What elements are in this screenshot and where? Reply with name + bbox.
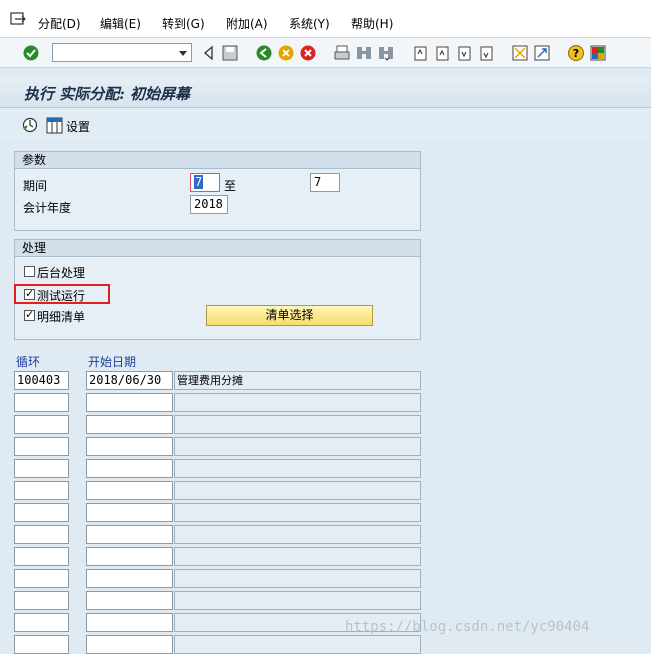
cycle-cell[interactable] [14, 547, 69, 566]
enter-check-icon[interactable] [22, 44, 40, 62]
test-run-highlight [14, 284, 110, 304]
back-icon[interactable] [255, 44, 273, 62]
start-date-cell[interactable] [86, 459, 173, 478]
start-date-cell[interactable] [86, 393, 173, 412]
find-icon[interactable] [355, 44, 373, 62]
cycle-text-cell: 管理费用分摊 [174, 371, 421, 390]
period-from-input[interactable]: 7 [190, 173, 220, 192]
period-to-input[interactable]: 7 [310, 173, 340, 192]
cycle-text-cell [174, 569, 421, 588]
cycle-cell[interactable] [14, 613, 69, 632]
cycle-text-cell [174, 481, 421, 500]
cycle-cell[interactable] [14, 525, 69, 544]
cycle-text-cell [174, 459, 421, 478]
fiscal-year-label: 会计年度 [23, 201, 72, 215]
cycle-text-cell [174, 547, 421, 566]
cycle-cell[interactable] [14, 459, 69, 478]
fiscal-year-input[interactable]: 2018 [190, 195, 228, 214]
settings-label: 设置 [66, 120, 91, 134]
to-label: 至 [224, 179, 237, 193]
menu-help[interactable]: 帮助(H) [351, 15, 393, 32]
start-date-cell[interactable] [86, 525, 173, 544]
standard-toolbar: ? [0, 38, 651, 68]
help-icon[interactable]: ? [567, 44, 585, 62]
start-date-cell[interactable] [86, 613, 173, 632]
start-date-cell[interactable] [86, 481, 173, 500]
cycle-text-cell [174, 503, 421, 522]
settings-icon [46, 117, 63, 134]
cycle-text-cell [174, 591, 421, 610]
next-page-icon[interactable] [455, 44, 473, 62]
cycle-cell[interactable] [14, 591, 69, 610]
cycle-text-cell [174, 437, 421, 456]
watermark: https://blog.csdn.net/yc90404 [345, 619, 590, 635]
cycle-cell[interactable] [14, 569, 69, 588]
cycle-text-cell [174, 415, 421, 434]
start-date-cell[interactable] [86, 547, 173, 566]
cycle-cell[interactable] [14, 503, 69, 522]
first-page-icon[interactable] [411, 44, 429, 62]
command-field[interactable] [52, 43, 192, 62]
cancel-icon[interactable] [299, 44, 317, 62]
background-processing-label: 后台处理 [37, 266, 86, 280]
screen-title-bar: 执行 实际分配: 初始屏幕 [0, 78, 651, 108]
svg-text:?: ? [573, 47, 579, 60]
shortcut-icon[interactable] [533, 44, 551, 62]
fiscal-year-value: 2018 [194, 197, 223, 211]
parameters-header: 参数 [15, 152, 420, 169]
customize-layout-icon[interactable] [589, 44, 607, 62]
exit-icon[interactable] [277, 44, 295, 62]
history-back-icon[interactable] [200, 44, 218, 62]
menu-extras[interactable]: 附加(A) [226, 15, 268, 32]
page-title: 执行 实际分配: 初始屏幕 [24, 85, 190, 103]
last-page-icon[interactable] [477, 44, 495, 62]
menu-edit[interactable]: 编辑(E) [100, 15, 141, 32]
menu-allocation[interactable]: 分配(D) [38, 15, 81, 32]
cycle-cell[interactable] [14, 635, 69, 654]
column-header-cycle: 循环 [16, 355, 41, 369]
previous-page-icon[interactable] [433, 44, 451, 62]
detail-list-check: ✓ [25, 308, 35, 321]
menu-system[interactable]: 系统(Y) [289, 15, 330, 32]
column-header-start-date: 开始日期 [88, 355, 137, 369]
start-date-cell[interactable] [86, 437, 173, 456]
create-session-icon[interactable] [511, 44, 529, 62]
cycle-cell[interactable] [14, 481, 69, 500]
start-date-cell[interactable] [86, 415, 173, 434]
background-processing-checkbox[interactable] [24, 266, 35, 277]
list-selection-button[interactable]: 清单选择 [206, 305, 373, 326]
cycle-cell[interactable] [14, 437, 69, 456]
detail-list-label: 明细清单 [37, 310, 86, 324]
save-icon[interactable] [221, 44, 239, 62]
chevron-down-icon[interactable] [179, 51, 187, 56]
period-to-value: 7 [314, 175, 322, 189]
menu-bar: 分配(D) 编辑(E) 转到(G) 附加(A) 系统(Y) 帮助(H) [0, 0, 651, 38]
start-date-cell[interactable] [86, 635, 173, 654]
application-toolbar: 设置 [0, 110, 651, 140]
period-label: 期间 [23, 179, 48, 193]
cycle-cell[interactable]: 100403 [14, 371, 69, 390]
start-date-cell[interactable] [86, 503, 173, 522]
cycle-text-cell [174, 393, 421, 412]
cycle-cell[interactable] [14, 415, 69, 434]
print-icon[interactable] [333, 44, 351, 62]
menu-exit-icon[interactable] [10, 12, 26, 26]
find-next-icon[interactable] [377, 44, 395, 62]
cycle-text-cell [174, 525, 421, 544]
menu-goto[interactable]: 转到(G) [162, 15, 205, 32]
cycle-cell[interactable] [14, 393, 69, 412]
period-from-value: 7 [194, 175, 204, 189]
execute-icon[interactable] [22, 117, 38, 133]
cycle-text-cell [174, 635, 421, 654]
detail-list-checkbox[interactable]: ✓ [24, 308, 35, 321]
start-date-cell[interactable] [86, 569, 173, 588]
processing-header: 处理 [15, 240, 420, 257]
start-date-cell[interactable]: 2018/06/30 [86, 371, 173, 390]
start-date-cell[interactable] [86, 591, 173, 610]
